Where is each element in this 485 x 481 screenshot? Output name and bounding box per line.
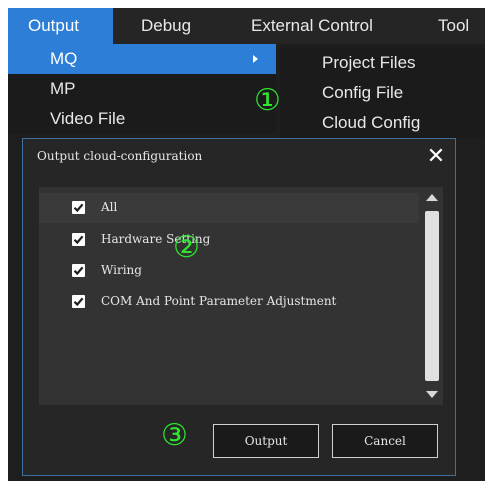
menu-external-control[interactable]: External Control xyxy=(251,8,373,44)
submenu-arrow-icon xyxy=(253,55,258,63)
menu-item-video-file[interactable]: Video File xyxy=(8,104,276,134)
list-item[interactable]: COM And Point Parameter Adjustment xyxy=(39,287,419,317)
menu-bar: Output Debug External Control Tool xyxy=(8,8,485,44)
submenu-item-project-files[interactable]: Project Files xyxy=(280,48,485,78)
mq-submenu: Project Files Config File Cloud Config xyxy=(280,48,485,138)
menu-debug[interactable]: Debug xyxy=(141,8,191,44)
scroll-up-icon[interactable] xyxy=(426,194,438,201)
menu-output[interactable]: Output xyxy=(8,8,113,44)
cloud-config-dialog: Output cloud-configuration ✕ All Hardwar… xyxy=(22,138,456,476)
scrollbar-thumb[interactable] xyxy=(425,211,439,381)
list-item[interactable]: Hardware Setting xyxy=(39,225,419,255)
step-marker-1: ① xyxy=(254,83,281,118)
dialog-title: Output cloud-configuration xyxy=(37,149,203,163)
checkbox-com-point-adjustment[interactable] xyxy=(72,295,85,308)
step-marker-3: ③ xyxy=(161,418,188,453)
checkbox-all[interactable] xyxy=(72,201,85,214)
output-button[interactable]: Output xyxy=(213,424,319,458)
checkbox-wiring[interactable] xyxy=(72,264,85,277)
output-menu: MQ MP Video File xyxy=(8,44,276,134)
checkbox-hardware-setting[interactable] xyxy=(72,233,85,246)
list-item[interactable]: Wiring xyxy=(39,256,419,286)
scrollbar[interactable] xyxy=(421,187,443,405)
step-marker-2: ② xyxy=(173,230,200,265)
option-label: COM And Point Parameter Adjustment xyxy=(101,294,337,308)
app-window: Output Debug External Control Tool MQ MP… xyxy=(8,8,485,481)
list-item[interactable]: All xyxy=(39,193,419,223)
menu-item-mq[interactable]: MQ xyxy=(8,44,276,74)
menu-item-mq-label: MQ xyxy=(50,49,78,68)
close-icon[interactable]: ✕ xyxy=(425,145,447,167)
option-label: Wiring xyxy=(101,263,142,277)
menu-item-mp[interactable]: MP xyxy=(8,74,276,104)
menu-tool[interactable]: Tool xyxy=(438,8,469,44)
submenu-item-config-file[interactable]: Config File xyxy=(280,78,485,108)
submenu-item-cloud-config[interactable]: Cloud Config xyxy=(280,108,485,138)
scroll-down-icon[interactable] xyxy=(426,391,438,398)
options-list: All Hardware Setting Wiring COM And Poin… xyxy=(39,187,443,405)
option-label: All xyxy=(101,200,118,214)
cancel-button[interactable]: Cancel xyxy=(332,424,438,458)
